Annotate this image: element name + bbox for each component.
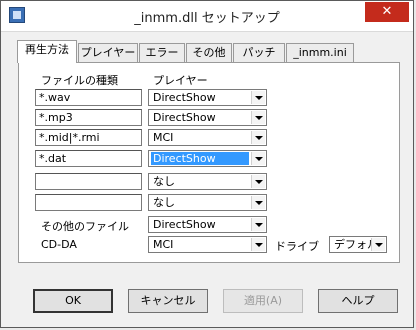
ext-field-3[interactable]: *.mid|*.rmi	[35, 129, 142, 146]
ext-field-5[interactable]	[35, 173, 142, 190]
tab-inmm-ini[interactable]: _inmm.ini	[286, 43, 354, 62]
drive-select[interactable]: デフォルト	[329, 236, 387, 253]
player-select-value: DirectShow	[153, 91, 216, 104]
help-button[interactable]: ヘルプ	[318, 289, 398, 313]
dropdown-arrow-icon[interactable]	[251, 152, 265, 165]
player-select-value: なし	[153, 196, 175, 209]
tab-patch[interactable]: パッチ	[233, 43, 285, 62]
other-files-label: その他のファイル	[41, 220, 129, 233]
player-select-value: DirectShow	[153, 218, 216, 231]
title-bar: _inmm.dll セットアップ ✕	[1, 1, 413, 32]
dropdown-arrow-icon[interactable]	[251, 175, 265, 188]
player-header: プレイヤー	[153, 74, 208, 87]
cdda-player-select[interactable]: MCI	[148, 236, 267, 253]
window-title: _inmm.dll セットアップ	[134, 11, 280, 26]
ext-field-1[interactable]: *.wav	[35, 89, 142, 106]
dropdown-arrow-icon[interactable]	[251, 91, 265, 104]
player-select-value: MCI	[153, 238, 174, 251]
drive-select-value: デフォルト	[334, 238, 372, 251]
ext-field-2[interactable]: *.mp3	[35, 109, 142, 126]
drive-label: ドライブ	[275, 240, 319, 253]
player-select-2[interactable]: DirectShow	[148, 109, 267, 126]
dropdown-arrow-icon[interactable]	[251, 111, 265, 124]
dropdown-arrow-icon[interactable]	[251, 238, 265, 251]
ext-field-6[interactable]	[35, 194, 142, 211]
dropdown-arrow-icon[interactable]	[251, 131, 265, 144]
ext-field-4[interactable]: *.dat	[35, 150, 142, 167]
tab-panel: ファイルの種類 プレイヤー *.wav DirectShow *.mp3 Dir…	[18, 62, 400, 263]
cancel-button[interactable]: キャンセル	[128, 289, 208, 313]
setup-dialog: _inmm.dll セットアップ ✕ 再生方法 プレイヤー エラー その他 パッ…	[0, 0, 414, 328]
file-type-header: ファイルの種類	[41, 74, 118, 87]
tab-other[interactable]: その他	[186, 43, 232, 62]
player-select-value: MCI	[153, 131, 174, 144]
player-select-3[interactable]: MCI	[148, 129, 267, 146]
player-select-4[interactable]: DirectShow	[148, 150, 267, 167]
tab-playback-method[interactable]: 再生方法	[17, 40, 77, 63]
dropdown-arrow-icon[interactable]	[251, 196, 265, 209]
tab-error[interactable]: エラー	[139, 43, 185, 62]
dropdown-arrow-icon[interactable]	[251, 218, 265, 231]
cdda-label: CD-DA	[41, 238, 77, 251]
other-files-player-select[interactable]: DirectShow	[148, 216, 267, 233]
player-select-value: なし	[153, 175, 175, 188]
close-button[interactable]: ✕	[365, 2, 409, 22]
tab-player[interactable]: プレイヤー	[78, 43, 138, 62]
player-select-value: DirectShow	[153, 111, 216, 124]
player-select-5[interactable]: なし	[148, 173, 267, 190]
dropdown-arrow-icon[interactable]	[371, 238, 385, 251]
ok-button[interactable]: OK	[33, 289, 113, 313]
player-select-1[interactable]: DirectShow	[148, 89, 267, 106]
apply-button[interactable]: 適用(A)	[223, 289, 303, 313]
player-select-6[interactable]: なし	[148, 194, 267, 211]
player-select-value: DirectShow	[151, 152, 249, 165]
